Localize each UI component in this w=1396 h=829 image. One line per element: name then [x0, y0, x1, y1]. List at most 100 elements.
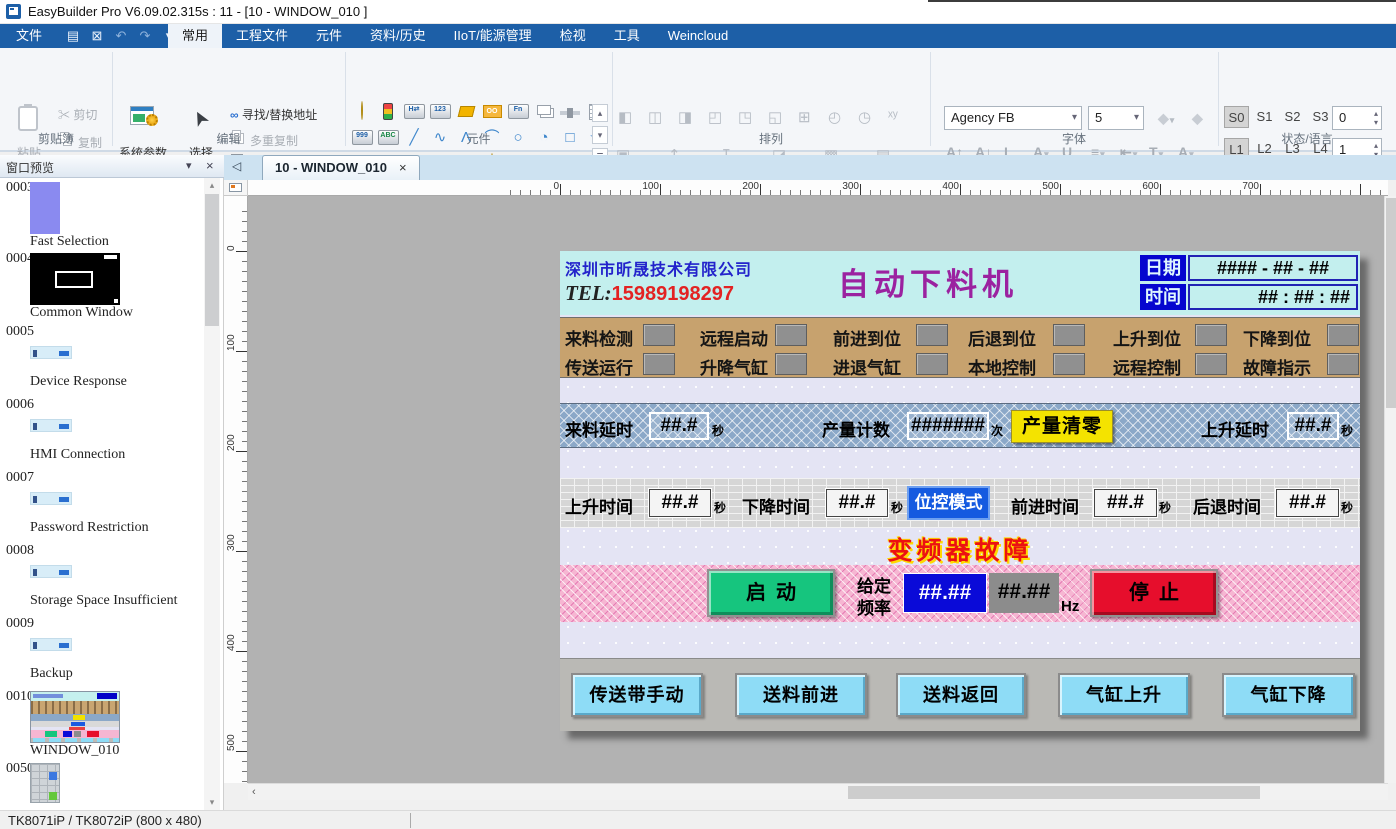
time-display[interactable]: ## : ## : ##: [1188, 284, 1358, 310]
indicator-lamp[interactable]: [643, 353, 675, 375]
manual-button-4[interactable]: 气缸下降: [1222, 673, 1355, 717]
font-size-select[interactable]: 5▾: [1088, 106, 1144, 130]
position-mode-button[interactable]: 位控模式: [907, 486, 990, 520]
bit-lamp-icon[interactable]: [350, 102, 374, 124]
multi-state-switch-icon[interactable]: [532, 102, 556, 124]
indicator-lamp[interactable]: [1053, 324, 1085, 346]
function-key-icon[interactable]: Fn: [506, 102, 530, 124]
screen-title-text[interactable]: 自动下料机: [838, 259, 1018, 304]
indicator-label[interactable]: 下降到位: [1243, 325, 1311, 350]
indicator-label[interactable]: 来料检测: [565, 325, 633, 350]
window-item-0003[interactable]: 0003Fast Selection: [0, 178, 204, 249]
manual-button-0[interactable]: 传送带手动: [571, 673, 703, 717]
indicator-label[interactable]: 后退到位: [968, 325, 1036, 350]
design-canvas[interactable]: 深圳市昕晟技术有限公司 TEL:15989198297 自动下料机 日期 ###…: [248, 196, 1388, 783]
panel-menu-caret-icon[interactable]: ▾: [186, 159, 192, 172]
state-spinner[interactable]: 0 ▴ ▾: [1332, 106, 1382, 130]
panel-scrollbar[interactable]: ▴ ▾: [204, 178, 220, 810]
menu-tab-资料/历史[interactable]: 资料/历史: [356, 24, 440, 48]
indicator-label[interactable]: 本地控制: [968, 354, 1036, 379]
numeric-display[interactable]: ##.#: [649, 412, 709, 440]
window-item-0005[interactable]: 0005Device Response: [0, 322, 204, 395]
timer-label[interactable]: 前进时间: [1011, 493, 1079, 518]
find-replace-address-button[interactable]: ∞ 寻找/替换地址: [230, 106, 317, 123]
menu-tab-工具[interactable]: 工具: [600, 24, 654, 48]
file-menu-button[interactable]: 文件: [0, 24, 58, 48]
state-button-S1[interactable]: S1: [1252, 106, 1277, 128]
save-icon[interactable]: ▤: [64, 28, 82, 44]
time-label[interactable]: 时间: [1140, 284, 1186, 310]
window-item-0008[interactable]: 0008Storage Space Insufficient: [0, 541, 204, 614]
menu-tab-检视[interactable]: 检视: [546, 24, 600, 48]
hmi-window-010[interactable]: 深圳市昕晟技术有限公司 TEL:15989198297 自动下料机 日期 ###…: [560, 251, 1360, 731]
stop-button[interactable]: 停止: [1090, 569, 1218, 617]
freq-label-line2[interactable]: 频率: [857, 594, 891, 619]
unit-label[interactable]: 秒: [1159, 499, 1171, 516]
date-label[interactable]: 日期: [1140, 255, 1186, 281]
clear-format-icon[interactable]: ◆: [1192, 110, 1203, 127]
scroll-down-icon[interactable]: ▾: [204, 797, 220, 808]
indicator-label[interactable]: 前进到位: [833, 325, 901, 350]
window-item-0009[interactable]: 0009Backup: [0, 614, 204, 687]
numeric-display[interactable]: #######: [907, 412, 989, 440]
window-item-0007[interactable]: 0007Password Restriction: [0, 468, 204, 541]
window-item-0004[interactable]: 0004Common Window: [0, 249, 204, 322]
menu-tab-常用[interactable]: 常用: [168, 24, 222, 48]
window-item-0050[interactable]: 0050: [0, 759, 204, 810]
state-button-S0[interactable]: S0: [1224, 106, 1249, 128]
window-item-0010[interactable]: 0010WINDOW_010: [0, 687, 204, 759]
clear-count-button[interactable]: 产量清零: [1011, 410, 1113, 443]
set-word-icon[interactable]: 123: [428, 102, 452, 124]
vertical-scrollbar[interactable]: [1384, 196, 1396, 783]
manual-button-1[interactable]: 送料前进: [735, 673, 867, 717]
company-name-text[interactable]: 深圳市昕晟技术有限公司: [565, 256, 752, 280]
date-display[interactable]: #### - ## - ##: [1188, 255, 1358, 281]
export-icon[interactable]: ⊠: [88, 28, 106, 44]
timer-label[interactable]: 上升时间: [565, 493, 633, 518]
indicator-label[interactable]: 升降气缸: [700, 354, 768, 379]
redo-icon[interactable]: ↷: [136, 28, 154, 44]
state-button-S3[interactable]: S3: [1308, 106, 1333, 128]
numeric-display[interactable]: ##.#: [1287, 412, 1339, 440]
timer-label[interactable]: 下降时间: [742, 493, 810, 518]
indicator-label[interactable]: 故障指示: [1243, 354, 1311, 379]
indicator-label[interactable]: 进退气缸: [833, 354, 901, 379]
delay-label[interactable]: 上升延时: [1201, 416, 1269, 441]
telephone-text[interactable]: TEL:15989198297: [565, 281, 734, 306]
indicator-lamp[interactable]: [1195, 353, 1227, 375]
numeric-input[interactable]: ##.#: [649, 489, 711, 517]
indicator-lamp[interactable]: [1053, 353, 1085, 375]
canvas-tab[interactable]: 10 - WINDOW_010×: [262, 155, 420, 180]
state-button-S2[interactable]: S2: [1280, 106, 1305, 128]
start-button[interactable]: 启动: [707, 569, 835, 617]
indicator-lamp[interactable]: [1195, 324, 1227, 346]
indicator-lamp[interactable]: [775, 324, 807, 346]
combo-button-icon[interactable]: OO: [480, 102, 504, 124]
indicator-lamp[interactable]: [1327, 324, 1359, 346]
scrollbar-thumb[interactable]: [848, 786, 1260, 799]
indicator-lamp[interactable]: [916, 353, 948, 375]
manual-button-3[interactable]: 气缸上升: [1058, 673, 1190, 717]
cut-button[interactable]: ✂ 剪切: [58, 106, 97, 123]
unit-label[interactable]: 秒: [891, 499, 903, 516]
toolbox-scroll-up[interactable]: ▴: [592, 104, 608, 122]
spinner-down-icon[interactable]: ▾: [1374, 119, 1378, 127]
scroll-left-icon[interactable]: ‹: [252, 786, 256, 798]
indicator-label[interactable]: 远程控制: [1113, 354, 1181, 379]
unit-label[interactable]: 秒: [712, 422, 724, 439]
menu-tab-工程文件[interactable]: 工程文件: [222, 24, 302, 48]
menu-tab-IIoT/能源管理[interactable]: IIoT/能源管理: [440, 24, 546, 48]
tab-close-icon[interactable]: ×: [399, 160, 407, 175]
indicator-lamp[interactable]: [916, 324, 948, 346]
format-painter-icon[interactable]: ◆▾: [1158, 110, 1174, 127]
set-bit-icon[interactable]: H⇄: [402, 102, 426, 124]
feedback-frequency-display[interactable]: ##.##: [989, 573, 1059, 613]
window-item-0006[interactable]: 0006HMI Connection: [0, 395, 204, 468]
menu-tab-元件[interactable]: 元件: [302, 24, 356, 48]
scrollbar-thumb[interactable]: [205, 194, 219, 326]
indicator-lamp[interactable]: [1327, 353, 1359, 375]
scroll-up-icon[interactable]: ▴: [204, 180, 220, 191]
slider-icon[interactable]: [558, 102, 582, 124]
undo-icon[interactable]: ↶: [112, 28, 130, 44]
numeric-input[interactable]: ##.#: [826, 489, 888, 517]
